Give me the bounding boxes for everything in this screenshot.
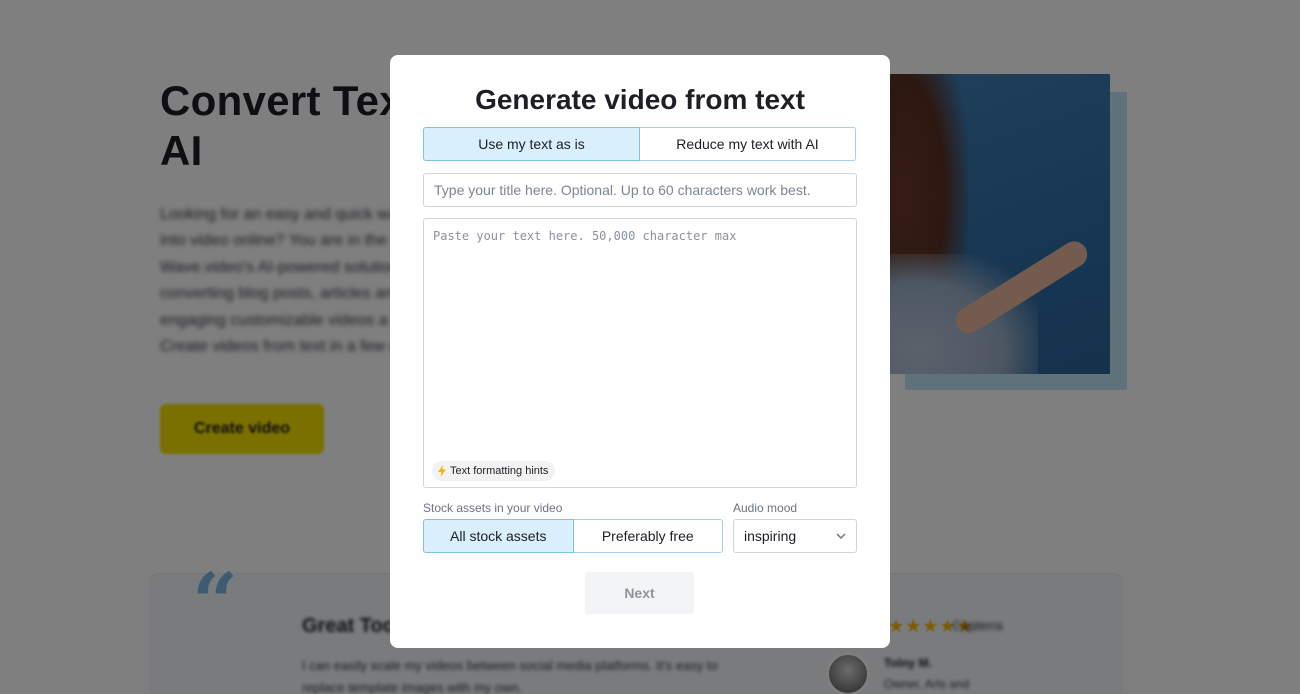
title-input[interactable] [423, 173, 857, 207]
tab-reduce-text-with-ai[interactable]: Reduce my text with AI [640, 127, 856, 161]
chevron-down-icon [836, 533, 846, 539]
option-preferably-free[interactable]: Preferably free [573, 519, 723, 553]
next-button[interactable]: Next [585, 572, 694, 614]
audio-mood-label: Audio mood [733, 501, 798, 515]
stock-assets-toggle: All stock assets Preferably free [423, 519, 723, 553]
tab-use-text-as-is[interactable]: Use my text as is [423, 127, 640, 161]
stock-assets-label: Stock assets in your video [423, 501, 563, 515]
text-mode-toggle: Use my text as is Reduce my text with AI [423, 127, 856, 161]
option-all-stock-assets[interactable]: All stock assets [423, 519, 574, 553]
text-formatting-hints-button[interactable]: Text formatting hints [432, 461, 556, 481]
lightning-bolt-icon [438, 465, 446, 477]
dialog-title: Generate video from text [475, 84, 805, 115]
audio-mood-value: inspiring [744, 528, 797, 544]
text-input[interactable] [424, 219, 856, 449]
audio-mood-select[interactable]: inspiring [733, 519, 857, 553]
hints-label: Text formatting hints [450, 465, 549, 477]
text-input-container: Text formatting hints [423, 218, 857, 488]
